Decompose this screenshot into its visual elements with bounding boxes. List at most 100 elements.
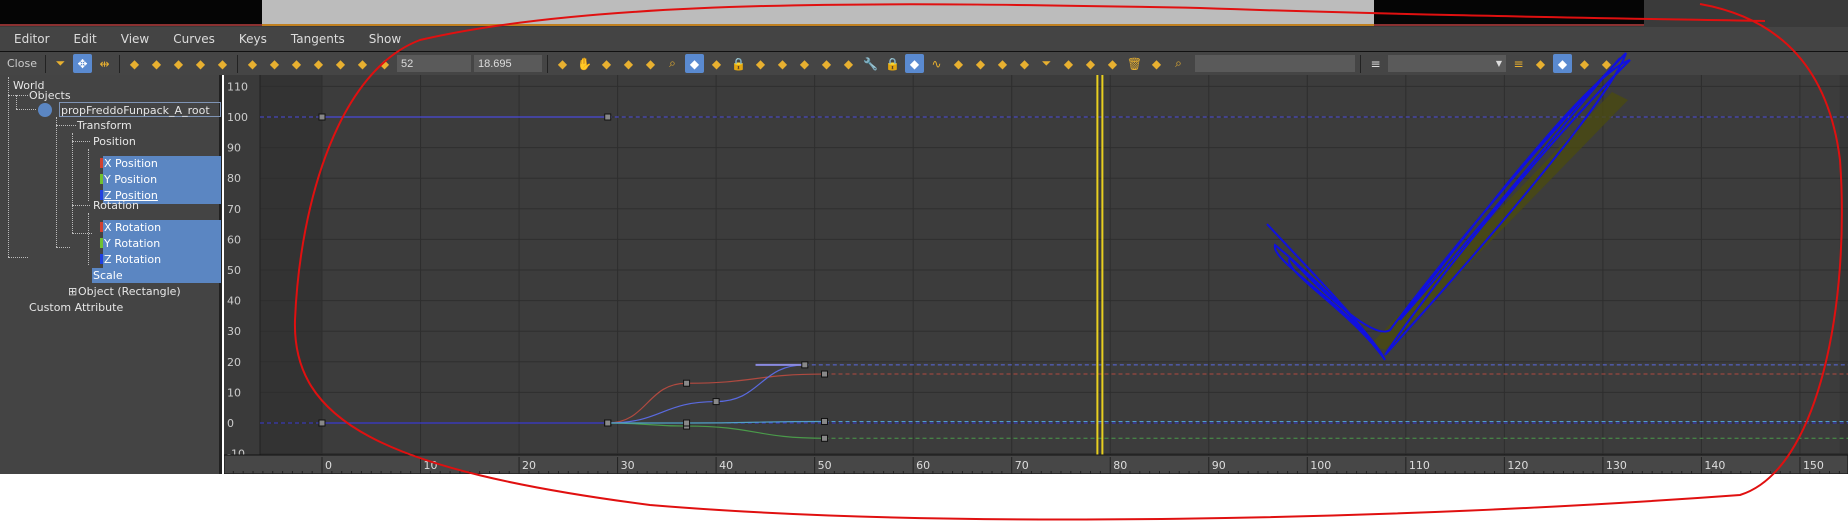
zoom-value-icon[interactable]: ◆ bbox=[641, 54, 660, 73]
value-tick-label: 100 bbox=[227, 111, 248, 124]
filter-selected-icon[interactable]: ◆ bbox=[1552, 54, 1572, 73]
tangent-smooth-icon[interactable]: ◆ bbox=[375, 54, 394, 73]
tangent-spline-icon[interactable]: ◆ bbox=[265, 54, 284, 73]
frame-field[interactable] bbox=[396, 55, 471, 72]
lock-icon[interactable]: 🔒 bbox=[883, 54, 902, 73]
keyframe bbox=[604, 113, 612, 121]
pan-icon[interactable]: ✋ bbox=[575, 54, 594, 73]
scale-values-icon[interactable]: ◆ bbox=[147, 54, 166, 73]
tree-item-x-position[interactable]: X Position bbox=[104, 156, 158, 171]
move-keys-icon[interactable]: ✥ bbox=[72, 54, 92, 73]
viewport-right[interactable] bbox=[1374, 0, 1644, 26]
brush-icon[interactable]: ◆ bbox=[1103, 54, 1122, 73]
multiplier-icon[interactable]: ◆ bbox=[993, 54, 1012, 73]
menu-keys[interactable]: Keys bbox=[239, 32, 267, 46]
frame-tick-label: 0 bbox=[325, 459, 332, 472]
menu-curves[interactable]: Curves bbox=[173, 32, 215, 46]
trash-icon[interactable]: 🗑 bbox=[1125, 54, 1144, 73]
tangent-linear-icon[interactable]: ◆ bbox=[353, 54, 372, 73]
frame-tick-label: 40 bbox=[719, 459, 733, 472]
frame-tick-label: 110 bbox=[1409, 459, 1430, 472]
clipboard-icon[interactable]: ◆ bbox=[1059, 54, 1078, 73]
tree-item-position[interactable]: Position bbox=[93, 134, 136, 149]
zoom-extents-icon[interactable]: ◆ bbox=[597, 54, 616, 73]
list-icon[interactable]: ≡ bbox=[1509, 54, 1528, 73]
tree-item-y-position[interactable]: Y Position bbox=[104, 172, 157, 187]
y-channel-marker bbox=[100, 174, 103, 184]
zoom-region-icon[interactable]: ◆ bbox=[684, 54, 704, 73]
menu-editor[interactable]: Editor bbox=[14, 32, 50, 46]
tree-item-transform[interactable]: Transform bbox=[77, 118, 132, 133]
value-tick-label: 110 bbox=[227, 80, 248, 93]
tree-item-scale[interactable]: Scale bbox=[92, 268, 221, 283]
tree-item-y-rotation[interactable]: Y Rotation bbox=[104, 236, 160, 251]
viewport-center[interactable] bbox=[262, 0, 1374, 26]
lock-selection-icon[interactable]: ◆ bbox=[751, 54, 770, 73]
value-tick-label: 20 bbox=[227, 356, 241, 369]
filter-animated-icon[interactable]: ◆ bbox=[1575, 54, 1594, 73]
tangent-slow-icon[interactable]: ◆ bbox=[309, 54, 328, 73]
scale-keys-icon[interactable]: ◆ bbox=[125, 54, 144, 73]
tree-item-custom-attribute[interactable]: Custom Attribute bbox=[29, 300, 123, 315]
curve-icon[interactable]: ∿ bbox=[927, 54, 946, 73]
wrench-icon[interactable]: 🔧 bbox=[861, 54, 880, 73]
filter-layers-icon[interactable]: ◆ bbox=[1597, 54, 1616, 73]
tree-item-objects[interactable]: Objects bbox=[29, 88, 71, 103]
draw-curves-icon[interactable]: ◆ bbox=[191, 54, 210, 73]
tree-item-z-rotation[interactable]: Z Rotation bbox=[104, 252, 161, 267]
toolbar-separator bbox=[44, 54, 46, 73]
frame-tick-label: 50 bbox=[818, 459, 832, 472]
filter-icon[interactable]: ⏷ bbox=[1037, 54, 1056, 73]
clipboard-paste-icon[interactable]: ◆ bbox=[1081, 54, 1100, 73]
add-keys-icon[interactable]: ◆ bbox=[169, 54, 188, 73]
menu-view[interactable]: View bbox=[121, 32, 149, 46]
tangent-auto-icon[interactable]: ◆ bbox=[243, 54, 262, 73]
snap-frames-icon[interactable]: ◆ bbox=[839, 54, 858, 73]
toolbar-separator bbox=[1359, 54, 1361, 73]
frame-tick-label: 130 bbox=[1606, 459, 1627, 472]
value-tick-label: 10 bbox=[227, 386, 241, 399]
lock-tangents-icon[interactable]: ◆ bbox=[817, 54, 836, 73]
slide-keys-icon[interactable]: ⇹ bbox=[95, 54, 114, 73]
viewport-left[interactable] bbox=[0, 0, 262, 26]
reduce-keys-icon[interactable]: ◆ bbox=[213, 54, 232, 73]
expand-icon[interactable]: ⊞ bbox=[68, 284, 77, 299]
keyframe bbox=[712, 398, 720, 406]
frame-tick-label: 30 bbox=[621, 459, 635, 472]
menu-show[interactable]: Show bbox=[369, 32, 401, 46]
show-tangents-icon[interactable]: ◆ bbox=[795, 54, 814, 73]
tree-item-x-rotation[interactable]: X Rotation bbox=[104, 220, 161, 235]
isolate-curve-icon[interactable]: ◆ bbox=[707, 54, 726, 73]
tree-item-root[interactable]: propFreddoFunpack_A_root bbox=[59, 102, 221, 117]
filter-icon[interactable]: ⏷ bbox=[51, 54, 70, 73]
group-icon[interactable]: ◆ bbox=[1147, 54, 1166, 73]
ease-icon[interactable]: ◆ bbox=[971, 54, 990, 73]
tangent-step-icon[interactable]: ◆ bbox=[331, 54, 350, 73]
lock-tangent-icon[interactable]: ◆ bbox=[1015, 54, 1034, 73]
menu-tangents[interactable]: Tangents bbox=[291, 32, 345, 46]
search-icon[interactable]: ⌕ bbox=[1169, 54, 1188, 73]
tangent-fast-icon[interactable]: ◆ bbox=[287, 54, 306, 73]
close-button[interactable]: Close bbox=[4, 57, 40, 70]
tree-item-object[interactable]: Object (Rectangle) bbox=[78, 284, 181, 299]
value-tick-label: 0 bbox=[227, 417, 234, 430]
tree-item-rotation[interactable]: Rotation bbox=[93, 198, 139, 213]
frame-tick-label: 20 bbox=[522, 459, 536, 472]
show-keys-icon[interactable]: ◆ bbox=[904, 54, 924, 73]
toolbar-group: ◆ ✋ ◆ ◆ ◆ ⌕ ◆ ◆ 🔒 ◆ ◆ ◆ ◆ ◆ 🔧 🔒 ◆ ∿ ◆ ◆ ◆ ◆ ⏷ ◆ ◆ ◆ 🗑 ◆ ⌕ bbox=[553, 54, 1188, 73]
keyframe bbox=[821, 417, 829, 425]
list-icon[interactable]: ≡ bbox=[1366, 54, 1385, 73]
value-field[interactable] bbox=[473, 55, 542, 72]
zoom-icon[interactable]: ⌕ bbox=[663, 54, 682, 73]
gauge-icon[interactable]: ◆ bbox=[949, 54, 968, 73]
pin-icon[interactable]: ◆ bbox=[773, 54, 792, 73]
selection-set-dropdown[interactable]: ▼ bbox=[1387, 55, 1506, 72]
menu-edit[interactable]: Edit bbox=[74, 32, 97, 46]
curve-graph[interactable]: -1001020304050607080901001100 10 20 30 40 50 6… bbox=[224, 75, 1848, 474]
key-tool-icon[interactable]: ◆ bbox=[553, 54, 572, 73]
lock-icon[interactable]: 🔒 bbox=[729, 54, 748, 73]
zoom-horizontal-icon[interactable]: ◆ bbox=[619, 54, 638, 73]
value-tick-label: 70 bbox=[227, 203, 241, 216]
name-filter-field[interactable] bbox=[1194, 55, 1355, 72]
filter-list-icon[interactable]: ◆ bbox=[1531, 54, 1550, 73]
